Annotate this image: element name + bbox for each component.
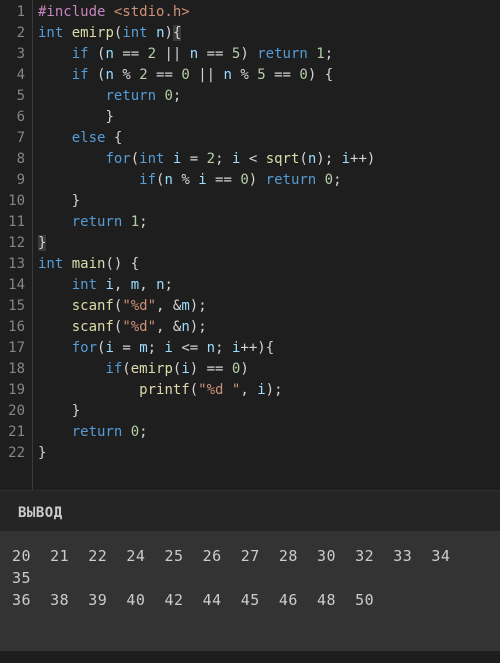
line-number: 17: [0, 338, 32, 359]
line-number: 21: [0, 422, 32, 443]
line-number-gutter: 12345678910111213141516171819202122: [0, 0, 33, 490]
code-line[interactable]: }: [38, 107, 500, 128]
line-number: 11: [0, 212, 32, 233]
line-number: 6: [0, 107, 32, 128]
line-number: 10: [0, 191, 32, 212]
code-line[interactable]: for(i = m; i <= n; i++){: [38, 338, 500, 359]
code-line[interactable]: return 0;: [38, 422, 500, 443]
line-number: 3: [0, 44, 32, 65]
code-line[interactable]: }: [38, 233, 500, 254]
code-area[interactable]: #include <stdio.h>int emirp(int n){ if (…: [33, 0, 500, 490]
code-line[interactable]: }: [38, 401, 500, 422]
line-number: 8: [0, 149, 32, 170]
code-line[interactable]: }: [38, 443, 500, 464]
code-line[interactable]: if (n % 2 == 0 || n % 5 == 0) {: [38, 65, 500, 86]
code-line[interactable]: int emirp(int n){: [38, 23, 500, 44]
code-line[interactable]: int main() {: [38, 254, 500, 275]
line-number: 1: [0, 2, 32, 23]
line-number: 13: [0, 254, 32, 275]
line-number: 7: [0, 128, 32, 149]
line-number: 22: [0, 443, 32, 464]
code-line[interactable]: int i, m, n;: [38, 275, 500, 296]
line-number: 18: [0, 359, 32, 380]
code-line[interactable]: if(n % i == 0) return 0;: [38, 170, 500, 191]
code-line[interactable]: printf("%d ", i);: [38, 380, 500, 401]
output-line: 20 21 22 24 25 26 27 28 30 32 33 34 35: [12, 545, 488, 589]
code-line[interactable]: if(emirp(i) == 0): [38, 359, 500, 380]
line-number: 2: [0, 23, 32, 44]
output-body: 20 21 22 24 25 26 27 28 30 32 33 34 35 3…: [0, 531, 500, 651]
line-number: 19: [0, 380, 32, 401]
code-editor[interactable]: 12345678910111213141516171819202122 #inc…: [0, 0, 500, 490]
output-header: ВЫВОД: [0, 491, 500, 531]
code-line[interactable]: for(int i = 2; i < sqrt(n); i++): [38, 149, 500, 170]
output-panel: ВЫВОД 20 21 22 24 25 26 27 28 30 32 33 3…: [0, 490, 500, 651]
code-line[interactable]: return 0;: [38, 86, 500, 107]
line-number: 5: [0, 86, 32, 107]
line-number: 20: [0, 401, 32, 422]
code-line[interactable]: }: [38, 191, 500, 212]
line-number: 16: [0, 317, 32, 338]
code-line[interactable]: #include <stdio.h>: [38, 2, 500, 23]
line-number: 4: [0, 65, 32, 86]
code-line[interactable]: if (n == 2 || n == 5) return 1;: [38, 44, 500, 65]
line-number: 14: [0, 275, 32, 296]
output-line: 36 38 39 40 42 44 45 46 48 50: [12, 589, 488, 611]
code-line[interactable]: else {: [38, 128, 500, 149]
code-line[interactable]: scanf("%d", &m);: [38, 296, 500, 317]
line-number: 9: [0, 170, 32, 191]
line-number: 12: [0, 233, 32, 254]
line-number: 15: [0, 296, 32, 317]
code-line[interactable]: scanf("%d", &n);: [38, 317, 500, 338]
code-line[interactable]: return 1;: [38, 212, 500, 233]
